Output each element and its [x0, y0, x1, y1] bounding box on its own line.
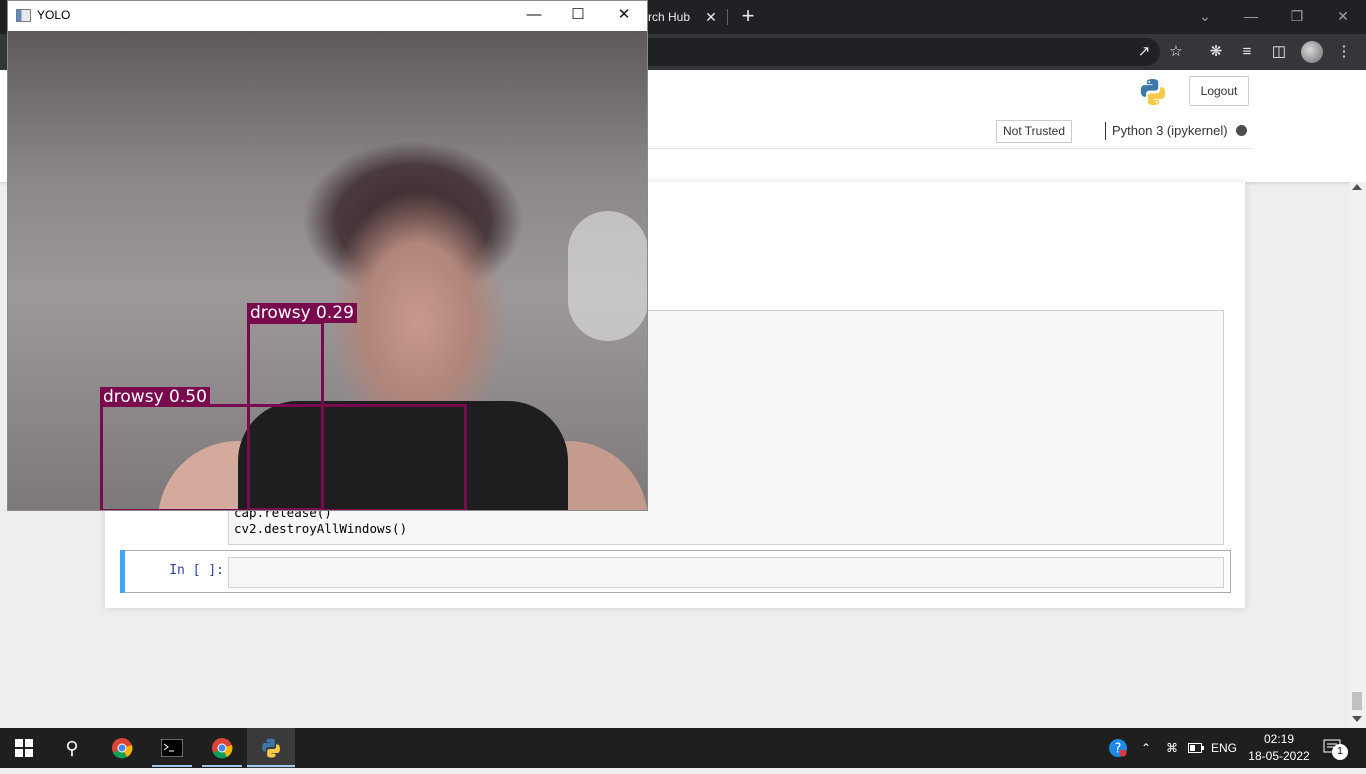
chrome-icon[interactable] [198, 728, 246, 768]
battery-icon[interactable] [1185, 728, 1207, 768]
scroll-down-icon[interactable] [1352, 716, 1362, 722]
wifi-icon[interactable]: ⌘ [1161, 728, 1183, 768]
close-icon[interactable]: ✕ [1328, 5, 1358, 27]
side-panel-icon[interactable]: ◫ [1267, 40, 1291, 64]
extensions-icon[interactable]: ❋ [1204, 40, 1228, 64]
scrollbar-thumb[interactable] [1352, 692, 1362, 710]
yolo-minimize-icon[interactable]: — [512, 2, 556, 28]
new-tab-button[interactable]: + [737, 5, 759, 27]
media-queue-icon[interactable]: ≡ [1235, 40, 1259, 64]
menu-kebab-icon[interactable]: ⋮ [1332, 40, 1356, 64]
notification-count-badge: 1 [1332, 744, 1348, 760]
browser-tab-title[interactable]: rch Hub [648, 0, 690, 34]
ceiling-fan [568, 211, 647, 341]
tab-divider [727, 9, 728, 25]
page-scrollbar[interactable] [1349, 182, 1366, 728]
python-icon[interactable] [247, 728, 295, 768]
profile-avatar[interactable] [1301, 41, 1323, 63]
cell-prompt: In [ ]: [169, 563, 224, 578]
clock-time[interactable]: 02:19 [1249, 732, 1309, 746]
yolo-window-title: YOLO [37, 8, 71, 22]
scroll-up-icon[interactable] [1352, 184, 1362, 190]
detection-box [100, 404, 467, 510]
bookmark-star-icon[interactable]: ☆ [1164, 40, 1188, 64]
language-indicator[interactable]: ENG [1209, 728, 1239, 768]
yolo-maximize-icon[interactable]: ☐ [556, 2, 600, 28]
detection-label: drowsy 0.50 [100, 387, 210, 407]
empty-cell-input[interactable] [228, 557, 1224, 588]
cell-selection-bar [120, 550, 125, 593]
trust-indicator-button[interactable]: Not Trusted [996, 120, 1073, 143]
address-bar[interactable] [600, 38, 1160, 66]
terminal-icon[interactable] [148, 728, 196, 768]
webcam-frame: drowsy 0.29 drowsy 0.50 [8, 31, 647, 510]
windows-start-icon[interactable] [0, 728, 48, 768]
kernel-status-icon [1236, 125, 1247, 136]
code-line: cv2.destroyAllWindows() [234, 521, 408, 536]
share-icon[interactable]: ↗ [1132, 40, 1156, 64]
yolo-close-icon[interactable]: ✕ [602, 2, 646, 28]
window-app-icon [16, 9, 31, 22]
kernel-name[interactable]: Python 3 (ipykernel) [1112, 122, 1228, 140]
minimize-icon[interactable]: — [1236, 5, 1266, 27]
python-logo-icon [1140, 79, 1166, 105]
running-indicator [152, 765, 192, 767]
detection-label: drowsy 0.29 [247, 303, 357, 323]
tab-close-icon[interactable]: ✕ [704, 8, 718, 26]
help-icon[interactable]: ? [1106, 728, 1130, 768]
active-indicator [247, 765, 295, 767]
chrome-icon[interactable] [98, 728, 146, 768]
tab-search-icon[interactable]: ⌄ [1190, 5, 1220, 27]
tray-overflow-icon[interactable]: ⌃ [1136, 728, 1156, 768]
clock-date[interactable]: 18-05-2022 [1244, 749, 1314, 763]
restore-icon[interactable]: ❐ [1282, 5, 1312, 27]
kernel-divider [1105, 122, 1106, 140]
search-icon[interactable]: ⚲ [48, 728, 96, 768]
running-indicator [202, 765, 242, 767]
logout-button[interactable]: Logout [1189, 76, 1249, 106]
